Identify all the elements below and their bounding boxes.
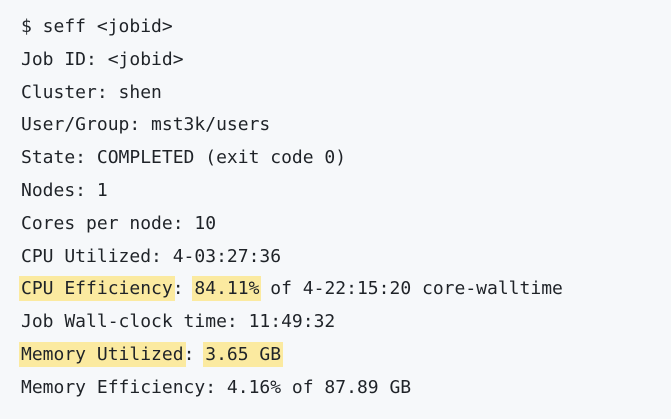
job-id-line: Job ID: <jobid> [21, 48, 184, 70]
memory-utilized-line: Memory Utilized: 3.65 GB [19, 339, 671, 372]
memory-efficiency-line: Memory Efficiency: 4.16% of 87.89 GB [21, 376, 412, 398]
user-group-line: User/Group: mst3k/users [21, 114, 271, 136]
memory-utilized-label: Memory Utilized [19, 341, 186, 367]
terminal-output: $ seff <jobid> Job ID: <jobid> Cluster: … [0, 0, 671, 419]
memory-utilized-value: 3.65 GB [203, 341, 284, 367]
nodes-line: Nodes: 1 [21, 179, 108, 201]
state-line: State: COMPLETED (exit code 0) [21, 147, 347, 169]
cpu-utilized-line: CPU Utilized: 4-03:27:36 [21, 245, 282, 267]
cores-per-node-line: Cores per node: 10 [21, 212, 217, 234]
cpu-efficiency-rest: of 4-22:15:20 core-walltime [259, 278, 563, 300]
cpu-efficiency-label: CPU Efficiency [19, 276, 175, 302]
cpu-efficiency-line: CPU Efficiency: 84.11% of 4-22:15:20 cor… [19, 273, 671, 306]
wall-clock-line: Job Wall-clock time: 11:49:32 [21, 311, 336, 333]
command-line: $ seff <jobid> [21, 16, 173, 37]
memory-utilized-separator: : [183, 343, 206, 365]
cpu-efficiency-value: 84.11% [192, 276, 262, 302]
cluster-line: Cluster: shen [21, 81, 162, 103]
